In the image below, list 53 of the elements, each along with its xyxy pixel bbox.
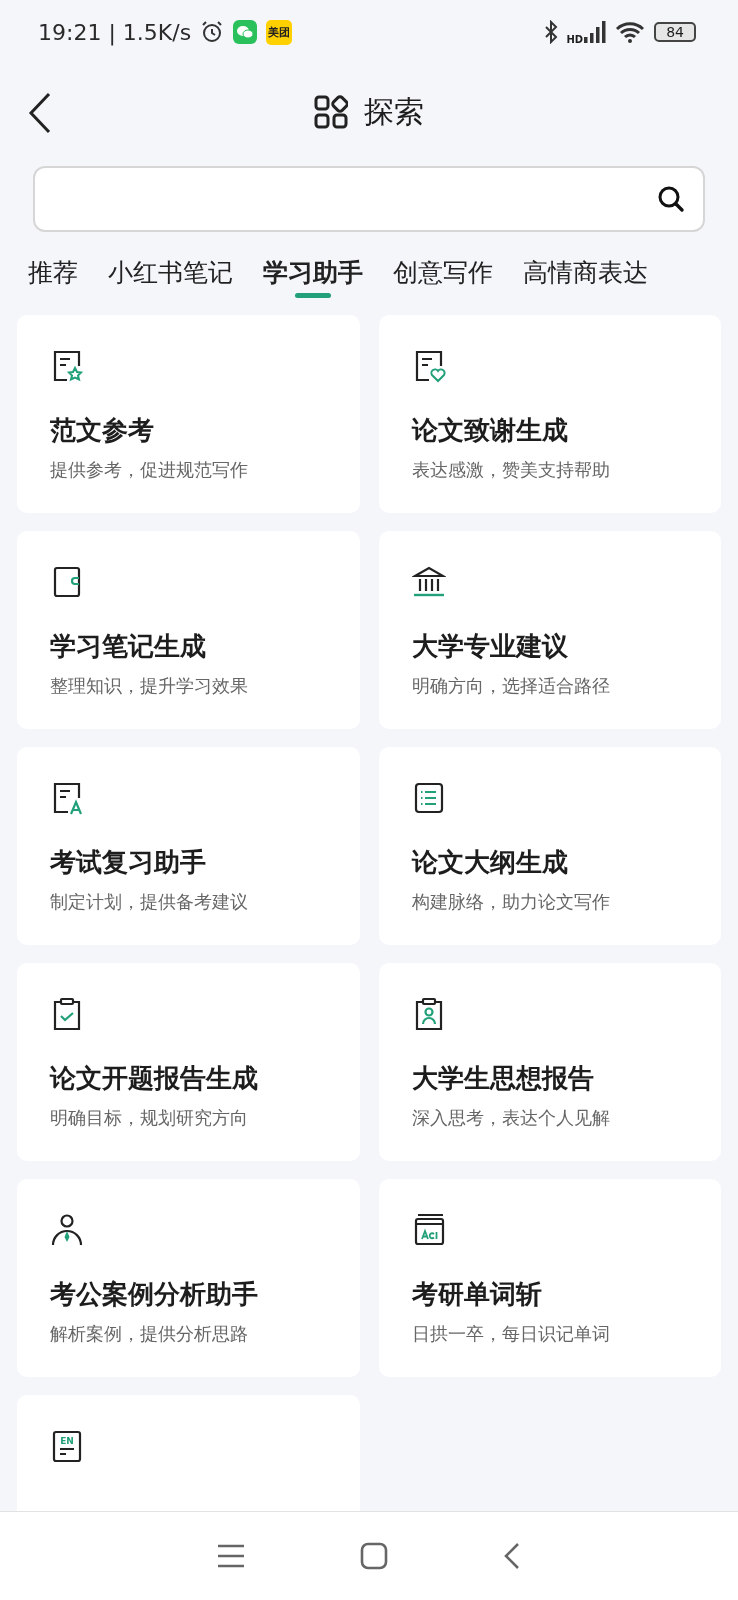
card-title: 学习笔记生成 xyxy=(50,630,207,663)
category-tab[interactable]: 学习助手 xyxy=(263,258,363,298)
back-icon[interactable] xyxy=(28,92,52,134)
tool-card[interactable]: 范文参考 提供参考，促进规范写作 xyxy=(17,315,360,513)
search-icon[interactable] xyxy=(657,185,685,213)
menu-icon[interactable] xyxy=(217,1544,246,1568)
card-description: 深入思考，表达个人见解 xyxy=(411,1106,611,1130)
card-title: 范文参考 xyxy=(50,414,155,447)
tool-card[interactable]: 论文大纲生成 构建脉络，助力论文写作 xyxy=(378,747,721,945)
person-tie-icon xyxy=(50,1213,84,1247)
card-title: 考公案例分析助手 xyxy=(50,1278,259,1311)
signal-icon xyxy=(584,21,607,43)
tool-card[interactable]: 考公案例分析助手 解析案例，提供分析思路 xyxy=(17,1179,360,1377)
card-description: 日拱一卒，每日识记单词 xyxy=(411,1322,611,1346)
app-badge: 美团 xyxy=(266,19,293,45)
card-title: 论文致谢生成 xyxy=(411,414,569,447)
category-tab[interactable]: 推荐 xyxy=(28,258,78,298)
chat-app-icon xyxy=(233,20,258,44)
card-title: 论文大纲生成 xyxy=(411,846,569,879)
tool-card[interactable]: 学习笔记生成 整理知识，提升学习效果 xyxy=(17,531,360,729)
card-description: 构建脉络，助力论文写作 xyxy=(411,890,611,914)
card-title: 考试复习助手 xyxy=(50,846,207,879)
tool-card[interactable]: 大学生思想报告 深入思考，表达个人见解 xyxy=(378,963,721,1161)
card-title: 大学生思想报告 xyxy=(411,1062,595,1095)
english-document-icon: EN xyxy=(50,1429,84,1463)
card-description: 制定计划，提供备考建议 xyxy=(50,890,249,914)
network-label: HD xyxy=(566,33,584,45)
battery-indicator: 84 xyxy=(654,22,696,42)
card-description: 解析案例，提供分析思路 xyxy=(50,1322,249,1346)
card-description: 明确方向，选择适合路径 xyxy=(411,674,611,698)
card-title: 大学专业建议 xyxy=(411,630,569,663)
grid-icon xyxy=(314,95,348,129)
tool-card[interactable]: 论文致谢生成 表达感激，赞美支持帮助 xyxy=(378,315,721,513)
card-title: 论文开题报告生成 xyxy=(50,1062,259,1095)
tool-card[interactable]: 论文开题报告生成 明确目标，规划研究方向 xyxy=(17,963,360,1161)
tool-card[interactable]: 考试复习助手 制定计划，提供备考建议 xyxy=(17,747,360,945)
card-title: 考研单词斩 xyxy=(411,1278,543,1311)
card-description: 提供参考，促进规范写作 xyxy=(50,458,249,482)
search-field[interactable] xyxy=(33,166,705,232)
card-description: 明确目标，规划研究方向 xyxy=(50,1106,249,1130)
tool-card[interactable]: 考研单词斩 日拱一卒，每日识记单词 xyxy=(378,1179,721,1377)
category-tab[interactable]: 小红书笔记 xyxy=(108,258,233,298)
status-time: 19:21 | 1.5K/s xyxy=(38,19,192,45)
page-title: 探索 xyxy=(364,92,424,131)
card-description: 整理知识，提升学习效果 xyxy=(50,674,249,698)
card-description: 表达感激，赞美支持帮助 xyxy=(411,458,611,482)
bluetooth-icon xyxy=(543,20,558,44)
tool-card[interactable]: 大学专业建议 明确方向，选择适合路径 xyxy=(378,531,721,729)
wifi-icon xyxy=(615,21,646,43)
home-icon[interactable] xyxy=(360,1542,388,1570)
building-icon xyxy=(411,565,446,599)
category-tab[interactable]: 高情商表达 xyxy=(523,258,648,298)
category-tab[interactable]: 创意写作 xyxy=(393,258,493,298)
